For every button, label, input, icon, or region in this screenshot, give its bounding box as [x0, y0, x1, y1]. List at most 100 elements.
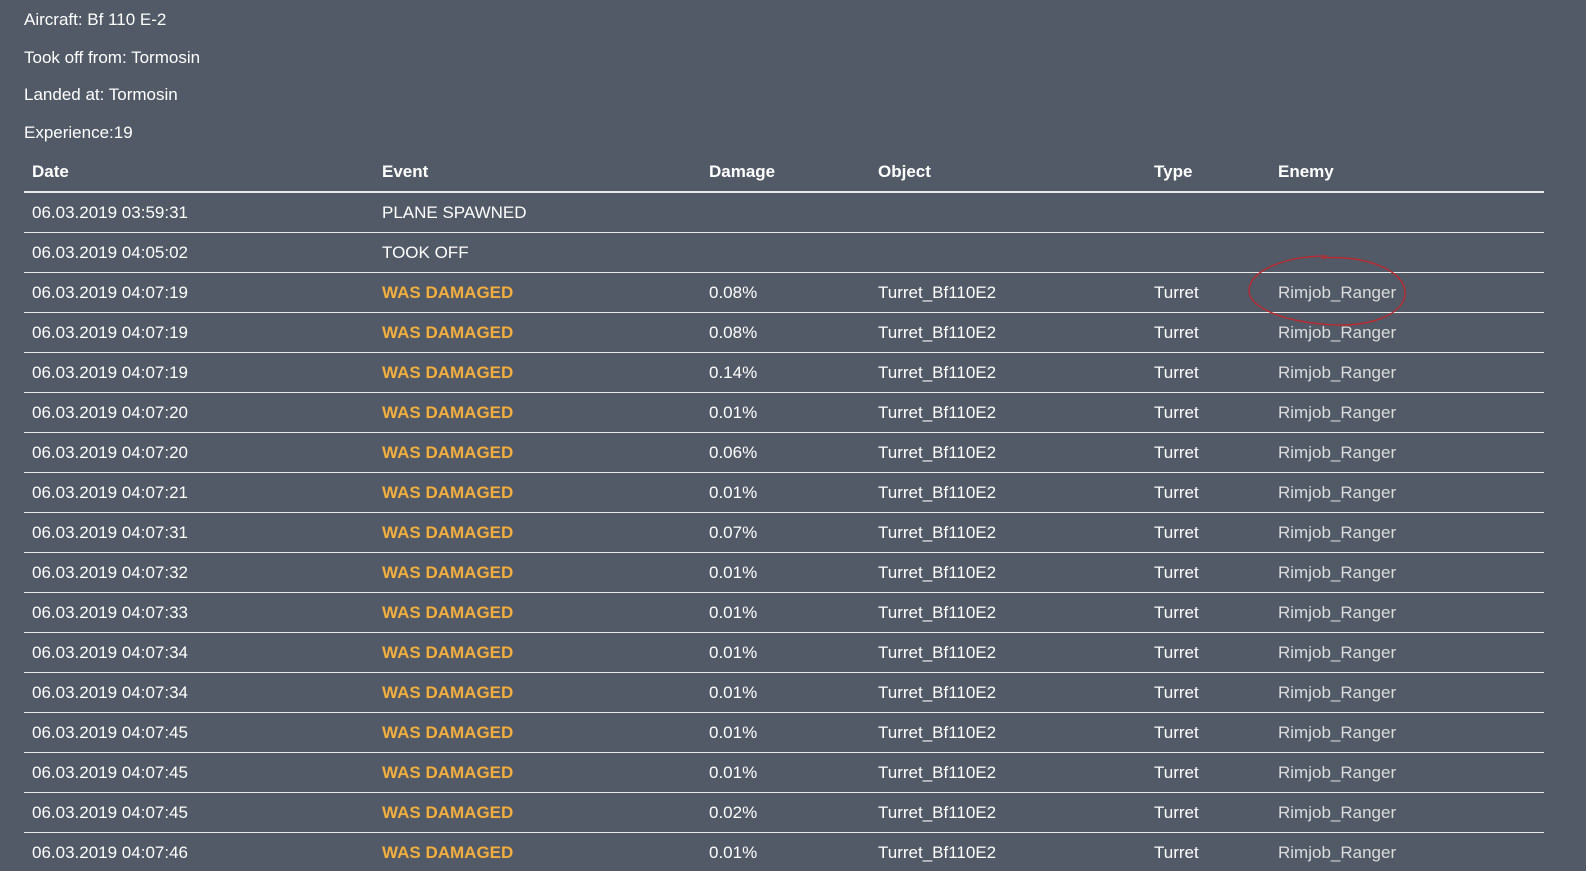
cell-object: Turret_Bf110E2 [870, 312, 1146, 353]
cell-enemy[interactable]: Rimjob_Ranger [1270, 512, 1544, 553]
cell-damage: 0.08% [701, 312, 870, 353]
cell-enemy[interactable]: Rimjob_Ranger [1270, 472, 1544, 513]
cell-date: 06.03.2019 04:05:02 [24, 232, 374, 273]
table-header-row: Date Event Damage Object Type Enemy [24, 153, 1544, 193]
cell-type: Turret [1146, 272, 1270, 313]
cell-type: Turret [1146, 792, 1270, 833]
cell-type [1146, 192, 1270, 233]
cell-object [870, 232, 1146, 273]
cell-enemy[interactable] [1270, 232, 1544, 273]
cell-type: Turret [1146, 312, 1270, 353]
cell-event: WAS DAMAGED [374, 632, 701, 673]
cell-date: 06.03.2019 04:07:20 [24, 392, 374, 433]
cell-damage: 0.01% [701, 752, 870, 793]
cell-enemy[interactable]: Rimjob_Ranger [1270, 552, 1544, 593]
cell-event: WAS DAMAGED [374, 432, 701, 473]
cell-type: Turret [1146, 432, 1270, 473]
cell-date: 06.03.2019 04:07:19 [24, 312, 374, 353]
cell-event: WAS DAMAGED [374, 832, 701, 871]
landed-info: Landed at: Tormosin [24, 85, 178, 104]
cell-type [1146, 232, 1270, 273]
table-row: 06.03.2019 04:07:21 WAS DAMAGED 0.01% Turre… [24, 472, 1544, 513]
cell-damage: 0.02% [701, 792, 870, 833]
cell-object: Turret_Bf110E2 [870, 472, 1146, 513]
cell-enemy[interactable]: Rimjob_Ranger [1270, 672, 1544, 713]
cell-date: 06.03.2019 04:07:20 [24, 432, 374, 473]
cell-enemy[interactable]: Rimjob_Ranger [1270, 792, 1544, 833]
table-row: 06.03.2019 04:07:19 WAS DAMAGED 0.14% Turre… [24, 352, 1544, 393]
experience-info: Experience:19 [24, 123, 133, 142]
took-off-info: Took off from: Tormosin [24, 48, 201, 67]
cell-object: Turret_Bf110E2 [870, 672, 1146, 713]
cell-damage: 0.01% [701, 672, 870, 713]
table-row: 06.03.2019 04:07:19 WAS DAMAGED 0.08% Turre… [24, 312, 1544, 353]
cell-date: 06.03.2019 04:07:46 [24, 832, 374, 871]
cell-type: Turret [1146, 552, 1270, 593]
cell-enemy[interactable]: Rimjob_Ranger [1270, 752, 1544, 793]
cell-event: WAS DAMAGED [374, 472, 701, 513]
cell-damage [701, 232, 870, 273]
table-row: 06.03.2019 04:05:02 TOOK OFF [24, 232, 1544, 273]
cell-type: Turret [1146, 352, 1270, 393]
cell-object: Turret_Bf110E2 [870, 512, 1146, 553]
cell-event: WAS DAMAGED [374, 352, 701, 393]
cell-object: Turret_Bf110E2 [870, 392, 1146, 433]
cell-type: Turret [1146, 592, 1270, 633]
cell-type: Turret [1146, 712, 1270, 753]
cell-date: 06.03.2019 04:07:34 [24, 672, 374, 713]
column-header-date[interactable]: Date [24, 153, 374, 193]
column-header-enemy[interactable]: Enemy [1270, 153, 1544, 193]
cell-damage [701, 192, 870, 233]
cell-date: 06.03.2019 04:07:45 [24, 792, 374, 833]
cell-date: 06.03.2019 03:59:31 [24, 192, 374, 233]
column-header-event[interactable]: Event [374, 153, 701, 193]
cell-enemy[interactable]: Rimjob_Ranger [1270, 312, 1544, 353]
table-row: 06.03.2019 04:07:45 WAS DAMAGED 0.01% Turre… [24, 752, 1544, 793]
cell-object: Turret_Bf110E2 [870, 272, 1146, 313]
cell-enemy[interactable] [1270, 192, 1544, 233]
cell-date: 06.03.2019 04:07:33 [24, 592, 374, 633]
cell-damage: 0.01% [701, 712, 870, 753]
cell-damage: 0.01% [701, 392, 870, 433]
cell-event: WAS DAMAGED [374, 752, 701, 793]
cell-event: WAS DAMAGED [374, 592, 701, 633]
cell-type: Turret [1146, 632, 1270, 673]
cell-date: 06.03.2019 04:07:21 [24, 472, 374, 513]
cell-enemy[interactable]: Rimjob_Ranger [1270, 272, 1544, 313]
cell-date: 06.03.2019 04:07:31 [24, 512, 374, 553]
cell-enemy[interactable]: Rimjob_Ranger [1270, 632, 1544, 673]
cell-damage: 0.07% [701, 512, 870, 553]
cell-object: Turret_Bf110E2 [870, 552, 1146, 593]
table-row: 06.03.2019 04:07:46 WAS DAMAGED 0.01% Turre… [24, 832, 1544, 871]
cell-date: 06.03.2019 04:07:19 [24, 352, 374, 393]
cell-enemy[interactable]: Rimjob_Ranger [1270, 832, 1544, 871]
column-header-object[interactable]: Object [870, 153, 1146, 193]
cell-damage: 0.14% [701, 352, 870, 393]
cell-date: 06.03.2019 04:07:45 [24, 712, 374, 753]
cell-damage: 0.01% [701, 632, 870, 673]
table-row: 06.03.2019 04:07:20 WAS DAMAGED 0.01% Turre… [24, 392, 1544, 433]
cell-enemy[interactable]: Rimjob_Ranger [1270, 352, 1544, 393]
cell-damage: 0.01% [701, 592, 870, 633]
cell-date: 06.03.2019 04:07:32 [24, 552, 374, 593]
column-header-damage[interactable]: Damage [701, 153, 870, 193]
cell-type: Turret [1146, 512, 1270, 553]
cell-enemy[interactable]: Rimjob_Ranger [1270, 432, 1544, 473]
column-header-type[interactable]: Type [1146, 153, 1270, 193]
table-row: 06.03.2019 04:07:34 WAS DAMAGED 0.01% Turre… [24, 632, 1544, 673]
cell-damage: 0.06% [701, 432, 870, 473]
cell-enemy[interactable]: Rimjob_Ranger [1270, 712, 1544, 753]
cell-enemy[interactable]: Rimjob_Ranger [1270, 392, 1544, 433]
cell-object: Turret_Bf110E2 [870, 752, 1146, 793]
table-row: 06.03.2019 04:07:32 WAS DAMAGED 0.01% Turre… [24, 552, 1544, 593]
table-row: 06.03.2019 03:59:31 PLANE SPAWNED [24, 192, 1544, 233]
cell-date: 06.03.2019 04:07:45 [24, 752, 374, 793]
cell-damage: 0.08% [701, 272, 870, 313]
events-table-body: 06.03.2019 03:59:31 PLANE SPAWNED 06.03.20… [24, 192, 1544, 871]
cell-type: Turret [1146, 392, 1270, 433]
cell-event: WAS DAMAGED [374, 272, 701, 313]
cell-object: Turret_Bf110E2 [870, 832, 1146, 871]
cell-event: WAS DAMAGED [374, 712, 701, 753]
table-row: 06.03.2019 04:07:31 WAS DAMAGED 0.07% Turre… [24, 512, 1544, 553]
cell-enemy[interactable]: Rimjob_Ranger [1270, 592, 1544, 633]
